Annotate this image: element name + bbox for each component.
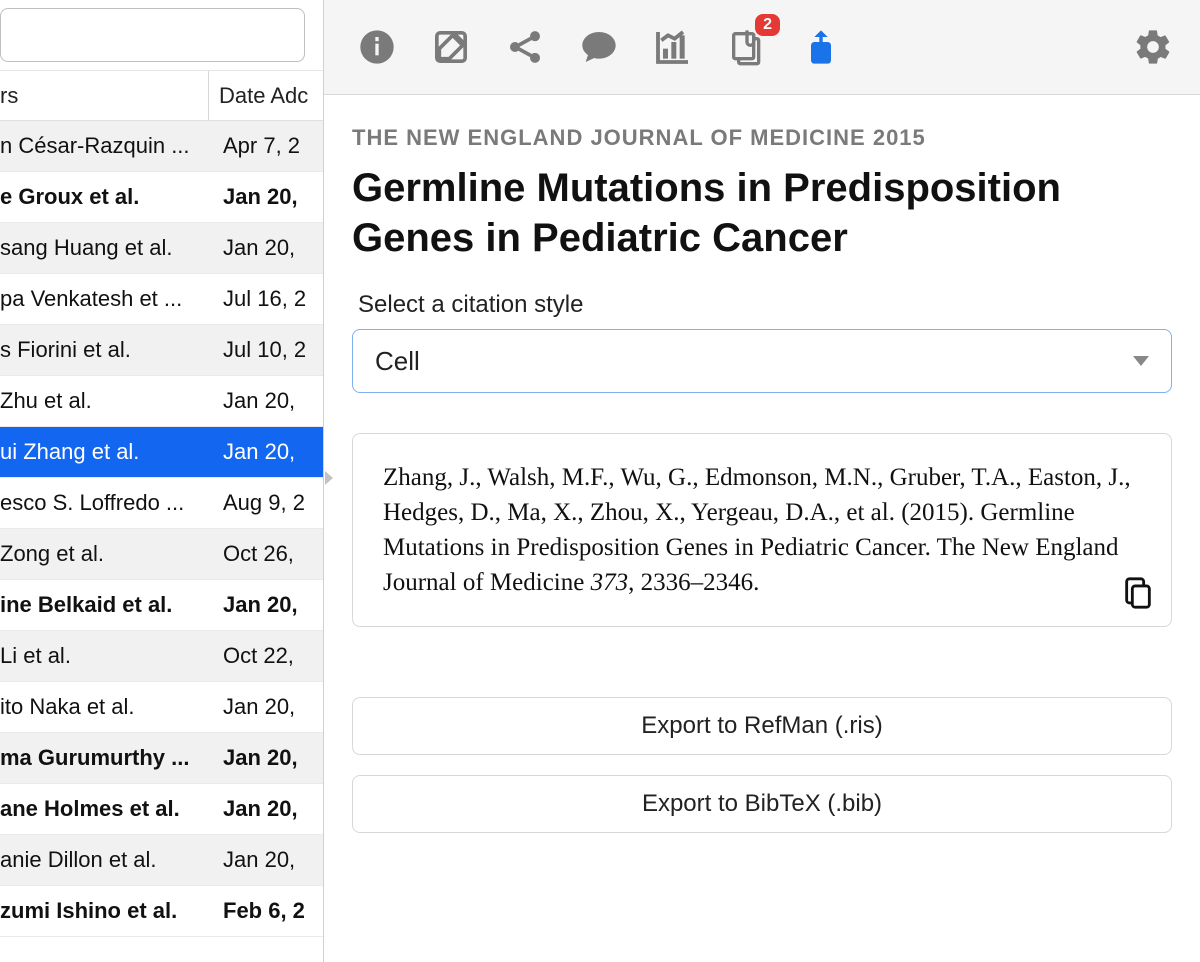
table-row[interactable]: sang Huang et al.Jan 20, bbox=[0, 223, 323, 274]
comment-icon[interactable] bbox=[576, 24, 622, 70]
table-row[interactable]: ito Naka et al.Jan 20, bbox=[0, 682, 323, 733]
list-column-header: rs Date Adc bbox=[0, 71, 323, 121]
table-row[interactable]: esco S. Loffredo ...Aug 9, 2 bbox=[0, 478, 323, 529]
list-scrollbar[interactable] bbox=[307, 145, 323, 945]
reference-list[interactable]: n César-Razquin ...Apr 7, 2e Groux et al… bbox=[0, 121, 323, 962]
citation-style-label: Select a citation style bbox=[358, 291, 1172, 319]
detail-toolbar: 2 bbox=[324, 0, 1200, 95]
edit-icon[interactable] bbox=[428, 24, 474, 70]
cell-authors: pa Venkatesh et ... bbox=[0, 286, 213, 312]
table-row[interactable]: e Groux et al.Jan 20, bbox=[0, 172, 323, 223]
gear-icon[interactable] bbox=[1130, 24, 1176, 70]
table-row[interactable]: ane Holmes et al.Jan 20, bbox=[0, 784, 323, 835]
right-panel: 2 THE NEW ENGLAND JOURNAL OF MEDICINE 20… bbox=[324, 0, 1200, 962]
citation-output: Zhang, J., Walsh, M.F., Wu, G., Edmonson… bbox=[352, 433, 1172, 627]
table-row[interactable]: n César-Razquin ...Apr 7, 2 bbox=[0, 121, 323, 172]
search-wrap bbox=[0, 0, 323, 71]
table-row[interactable]: Zong et al.Oct 26, bbox=[0, 529, 323, 580]
cell-authors: ine Belkaid et al. bbox=[0, 592, 213, 618]
table-row[interactable]: ma Gurumurthy ...Jan 20, bbox=[0, 733, 323, 784]
left-panel: rs Date Adc n César-Razquin ...Apr 7, 2e… bbox=[0, 0, 324, 962]
copy-icon[interactable] bbox=[1121, 576, 1155, 610]
paper-title: Germline Mutations in Predisposition Gen… bbox=[352, 163, 1172, 263]
cell-authors: ui Zhang et al. bbox=[0, 439, 213, 465]
cell-authors: esco S. Loffredo ... bbox=[0, 490, 213, 516]
cell-authors: sang Huang et al. bbox=[0, 235, 213, 261]
table-row[interactable]: ine Belkaid et al.Jan 20, bbox=[0, 580, 323, 631]
export-ris-button[interactable]: Export to RefMan (.ris) bbox=[352, 697, 1172, 755]
share-icon[interactable] bbox=[502, 24, 548, 70]
citation-text-post: , 2336–2346. bbox=[628, 569, 759, 596]
info-icon[interactable] bbox=[354, 24, 400, 70]
cell-authors: ito Naka et al. bbox=[0, 694, 213, 720]
attachments-badge: 2 bbox=[755, 14, 780, 36]
expand-handle-icon[interactable] bbox=[317, 465, 341, 497]
cell-authors: zumi Ishino et al. bbox=[0, 898, 213, 924]
column-authors[interactable]: rs bbox=[0, 83, 208, 109]
detail-body: THE NEW ENGLAND JOURNAL OF MEDICINE 2015… bbox=[324, 95, 1200, 962]
citation-volume: 373 bbox=[591, 569, 629, 596]
cell-authors: ane Holmes et al. bbox=[0, 796, 213, 822]
table-row[interactable]: zumi Ishino et al.Feb 6, 2 bbox=[0, 886, 323, 937]
chevron-down-icon bbox=[1133, 356, 1149, 366]
citation-style-select[interactable]: Cell bbox=[352, 329, 1172, 393]
table-row[interactable]: anie Dillon et al.Jan 20, bbox=[0, 835, 323, 886]
cell-authors: Li et al. bbox=[0, 643, 213, 669]
table-row[interactable]: Li et al.Oct 22, bbox=[0, 631, 323, 682]
column-date-added[interactable]: Date Adc bbox=[208, 71, 323, 120]
attachments-icon[interactable]: 2 bbox=[724, 24, 770, 70]
cell-authors: e Groux et al. bbox=[0, 184, 213, 210]
metrics-icon[interactable] bbox=[650, 24, 696, 70]
table-row[interactable]: ui Zhang et al.Jan 20, bbox=[0, 427, 323, 478]
cell-authors: s Fiorini et al. bbox=[0, 337, 213, 363]
cell-authors: anie Dillon et al. bbox=[0, 847, 213, 873]
export-icon[interactable] bbox=[798, 24, 844, 70]
cell-authors: Zong et al. bbox=[0, 541, 213, 567]
table-row[interactable]: pa Venkatesh et ...Jul 16, 2 bbox=[0, 274, 323, 325]
search-input[interactable] bbox=[0, 8, 305, 62]
table-row[interactable]: Zhu et al.Jan 20, bbox=[0, 376, 323, 427]
export-bib-button[interactable]: Export to BibTeX (.bib) bbox=[352, 775, 1172, 833]
table-row[interactable]: s Fiorini et al.Jul 10, 2 bbox=[0, 325, 323, 376]
cell-authors: ma Gurumurthy ... bbox=[0, 745, 213, 771]
cell-authors: Zhu et al. bbox=[0, 388, 213, 414]
cell-authors: n César-Razquin ... bbox=[0, 133, 213, 159]
journal-line: THE NEW ENGLAND JOURNAL OF MEDICINE 2015 bbox=[352, 125, 1172, 151]
citation-style-value: Cell bbox=[375, 346, 420, 377]
